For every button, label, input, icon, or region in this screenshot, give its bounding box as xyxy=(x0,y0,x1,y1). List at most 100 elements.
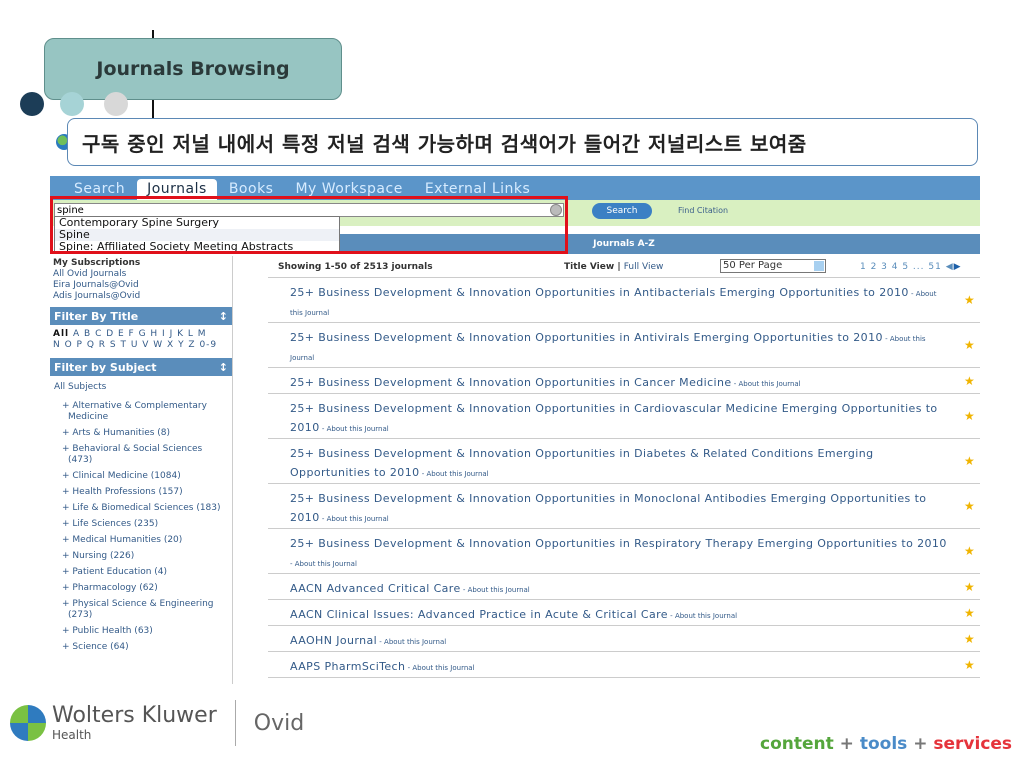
journal-title-link[interactable]: 25+ Business Development & Innovation Op… xyxy=(290,537,947,550)
journal-title-link[interactable]: 25+ Business Development & Innovation Op… xyxy=(290,376,732,389)
subject-item[interactable]: + Behavioral & Social Sciences (473) xyxy=(54,444,228,466)
decor-dot xyxy=(104,92,128,116)
journal-row[interactable]: 25+ Business Development & Innovation Op… xyxy=(268,368,980,394)
journal-row[interactable]: AACN Clinical Issues: Advanced Practice … xyxy=(268,600,980,626)
about-journal-link[interactable]: About this Journal xyxy=(327,425,389,433)
subject-item[interactable]: + Physical Science & Engineering (273) xyxy=(54,599,228,621)
subject-item[interactable]: + Medical Humanities (20) xyxy=(54,535,228,546)
subject-item[interactable]: + Life & Biomedical Sciences (183) xyxy=(54,503,228,514)
alpha-row[interactable]: N O P Q R S T U V W X Y Z 0-9 xyxy=(53,340,217,350)
about-separator: - xyxy=(731,380,739,388)
alpha-all[interactable]: All xyxy=(53,329,69,339)
about-separator: - xyxy=(882,335,890,343)
about-journal-link[interactable]: About this Journal xyxy=(384,638,446,646)
add-favorite-star-icon[interactable]: ★ xyxy=(964,294,976,306)
subject-item[interactable]: + Alternative & Complementary Medicine xyxy=(54,401,228,423)
title-view-link[interactable]: Title View xyxy=(564,262,614,272)
subscriptions-heading: My Subscriptions xyxy=(53,258,141,268)
about-journal-link[interactable]: About this Journal xyxy=(426,470,488,478)
add-favorite-star-icon[interactable]: ★ xyxy=(964,375,976,387)
journal-title-link[interactable]: AACN Advanced Critical Care xyxy=(290,582,461,595)
journal-list: Showing 1-50 of 2513 journals Title View… xyxy=(268,256,980,684)
about-journal-link[interactable]: About this Journal xyxy=(675,612,737,620)
filter-by-title-label: Filter By Title xyxy=(54,309,139,323)
brand-sub: Health xyxy=(52,728,92,742)
brand-name: Wolters Kluwer xyxy=(52,703,217,728)
journal-title-link[interactable]: AAOHN Journal xyxy=(290,634,377,647)
about-separator: - xyxy=(908,290,916,298)
about-journal-link[interactable]: About this Journal xyxy=(739,380,801,388)
full-view-link[interactable]: Full View xyxy=(624,262,664,272)
add-favorite-star-icon[interactable]: ★ xyxy=(964,581,976,593)
subscription-link[interactable]: Adis Journals@Ovid xyxy=(53,291,229,302)
per-page-select[interactable]: 50 Per Page xyxy=(720,259,826,273)
subscriptions: My Subscriptions All Ovid Journals Eira … xyxy=(50,256,232,304)
view-toggle: Title View | Full View xyxy=(564,262,663,272)
add-favorite-star-icon[interactable]: ★ xyxy=(964,659,976,671)
journal-row[interactable]: AAPS PharmSciTech - About this Journal ★ xyxy=(268,652,980,678)
alpha-row[interactable]: A B C D E F G H I J K L M xyxy=(73,329,206,339)
filter-by-title-header[interactable]: Filter By Title ↕ xyxy=(50,307,232,325)
journal-row[interactable]: 25+ Business Development & Innovation Op… xyxy=(268,484,980,529)
add-favorite-star-icon[interactable]: ★ xyxy=(964,455,976,467)
ovid-screenshot: Search Journals Books My Workspace Exter… xyxy=(50,176,980,684)
alpha-filter[interactable]: All A B C D E F G H I J K L M N O P Q R … xyxy=(50,325,232,355)
about-journal-link[interactable]: About this Journal xyxy=(295,560,357,568)
slide-callout: 구독 중인 저널 내에서 특정 저널 검색 가능하며 검색어가 들어간 저널리스… xyxy=(67,118,978,166)
subject-item[interactable]: + Health Professions (157) xyxy=(54,487,228,498)
prev-page-icon[interactable]: ◀ xyxy=(946,262,954,272)
decor-dot xyxy=(60,92,84,116)
subject-item[interactable]: + Clinical Medicine (1084) xyxy=(54,471,228,482)
per-page-value: 50 Per Page xyxy=(723,260,783,271)
subject-item[interactable]: + Life Sciences (235) xyxy=(54,519,228,530)
journal-row[interactable]: 25+ Business Development & Innovation Op… xyxy=(268,278,980,323)
add-favorite-star-icon[interactable]: ★ xyxy=(964,633,976,645)
about-separator: - xyxy=(319,515,327,523)
subscription-link[interactable]: All Ovid Journals xyxy=(53,269,229,280)
about-separator: - xyxy=(377,638,385,646)
subject-item[interactable]: + Arts & Humanities (8) xyxy=(54,428,228,439)
subject-item[interactable]: + Patient Education (4) xyxy=(54,567,228,578)
subject-item[interactable]: + Nursing (226) xyxy=(54,551,228,562)
add-favorite-star-icon[interactable]: ★ xyxy=(964,339,976,351)
subscription-link[interactable]: Eira Journals@Ovid xyxy=(53,280,229,291)
find-citation-link[interactable]: Find Citation xyxy=(678,206,728,215)
wolters-kluwer-icon xyxy=(10,705,46,741)
journal-title-link[interactable]: AAPS PharmSciTech xyxy=(290,660,405,673)
journal-title-link[interactable]: 25+ Business Development & Innovation Op… xyxy=(290,331,883,344)
pagination[interactable]: 1 2 3 4 5 ... 51 ◀▶ xyxy=(860,262,962,272)
journal-row[interactable]: 25+ Business Development & Innovation Op… xyxy=(268,439,980,484)
page-numbers[interactable]: 1 2 3 4 5 ... 51 xyxy=(860,262,942,272)
subject-item[interactable]: + Pharmacology (62) xyxy=(54,583,228,594)
journal-row[interactable]: 25+ Business Development & Innovation Op… xyxy=(268,394,980,439)
highlight-box xyxy=(50,196,568,254)
journal-row[interactable]: AAOHN Journal - About this Journal ★ xyxy=(268,626,980,652)
journal-title-link[interactable]: 25+ Business Development & Innovation Op… xyxy=(290,286,909,299)
journal-title-link[interactable]: 25+ Business Development & Innovation Op… xyxy=(290,447,874,479)
slide-vertical-line xyxy=(152,30,154,38)
add-favorite-star-icon[interactable]: ★ xyxy=(964,410,976,422)
add-favorite-star-icon[interactable]: ★ xyxy=(964,500,976,512)
next-page-icon[interactable]: ▶ xyxy=(954,262,962,272)
search-button[interactable]: Search xyxy=(592,203,652,219)
about-journal-link[interactable]: About this Journal xyxy=(468,586,530,594)
chevron-down-icon xyxy=(814,261,824,271)
journal-row[interactable]: 25+ Business Development & Innovation Op… xyxy=(268,323,980,368)
filter-by-subject-header[interactable]: Filter by Subject ↕ xyxy=(50,358,232,376)
subject-item[interactable]: + Science (64) xyxy=(54,642,228,653)
journal-row[interactable]: Abdominal Imaging - About this Journal★ xyxy=(268,678,980,684)
all-subjects[interactable]: All Subjects xyxy=(54,382,228,393)
wolters-kluwer-logo: Wolters Kluwer Health Ovid xyxy=(10,700,304,746)
add-favorite-star-icon[interactable]: ★ xyxy=(964,607,976,619)
tagline: content + tools + services xyxy=(760,734,1012,754)
view-separator: | xyxy=(617,261,621,272)
tagline-services: services xyxy=(933,734,1013,754)
add-favorite-star-icon[interactable]: ★ xyxy=(964,545,976,557)
journal-title-link[interactable]: AACN Clinical Issues: Advanced Practice … xyxy=(290,608,668,621)
journal-row[interactable]: AACN Advanced Critical Care - About this… xyxy=(268,574,980,600)
journal-row[interactable]: 25+ Business Development & Innovation Op… xyxy=(268,529,980,574)
sidebar: My Subscriptions All Ovid Journals Eira … xyxy=(50,256,233,684)
subject-item[interactable]: + Public Health (63) xyxy=(54,626,228,637)
about-journal-link[interactable]: About this Journal xyxy=(412,664,474,672)
about-journal-link[interactable]: About this Journal xyxy=(327,515,389,523)
